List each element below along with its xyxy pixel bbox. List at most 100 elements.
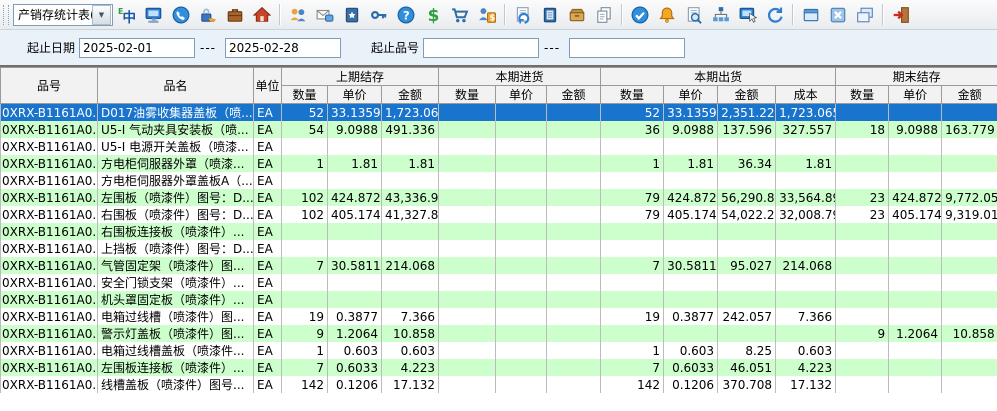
- in-qty-cell[interactable]: [439, 206, 496, 223]
- out-cost-cell[interactable]: [776, 138, 836, 155]
- product-id-cell[interactable]: 0XRX-B1161A0...: [1, 257, 98, 274]
- window-icon[interactable]: [799, 3, 822, 26]
- table-row[interactable]: 0XRX-B1161A0...气管固定架（喷漆件）图...EA730.58112…: [1, 257, 997, 274]
- col-header-product-id[interactable]: 品号: [1, 68, 98, 104]
- product-id-cell[interactable]: 0XRX-B1161A0...: [1, 274, 98, 291]
- toolbar-grip[interactable]: [3, 5, 9, 25]
- item-from-input[interactable]: [423, 38, 539, 58]
- in-amount-cell[interactable]: [547, 325, 601, 342]
- ledger-icon[interactable]: [538, 3, 561, 26]
- out-price-cell[interactable]: [664, 172, 718, 189]
- end-qty-cell[interactable]: [836, 342, 889, 359]
- prev-amount-cell[interactable]: 41,327.814: [382, 206, 439, 223]
- end-amount-cell[interactable]: [942, 274, 997, 291]
- product-name-cell[interactable]: 电箱过线槽（喷漆件）图...: [98, 308, 254, 325]
- end-amount-cell[interactable]: [942, 223, 997, 240]
- table-row[interactable]: 0XRX-B1161A0...线槽盖板（喷漆件）图号...EA1420.1206…: [1, 376, 997, 393]
- prev-amount-cell[interactable]: 1,723.065: [382, 104, 439, 122]
- out-price-cell[interactable]: 9.0988: [664, 121, 718, 138]
- in-price-cell[interactable]: [496, 189, 547, 206]
- product-name-cell[interactable]: U5-I 电源开关盖板（喷漆...: [98, 138, 254, 155]
- unit-cell[interactable]: EA: [254, 291, 282, 308]
- prev-qty-cell[interactable]: 102: [282, 206, 328, 223]
- unit-cell[interactable]: EA: [254, 240, 282, 257]
- end-price-cell[interactable]: [889, 155, 942, 172]
- out-amount-cell[interactable]: 8.25: [718, 342, 776, 359]
- out-amount-cell[interactable]: 2,351.228: [718, 104, 776, 122]
- in-amount-cell[interactable]: [547, 257, 601, 274]
- out-qty-cell[interactable]: 52: [601, 104, 664, 122]
- product-name-cell[interactable]: 电箱过线槽盖板（喷漆件...: [98, 342, 254, 359]
- col-header-out-price[interactable]: 单价: [664, 86, 718, 104]
- col-header-product-name[interactable]: 品名: [98, 68, 254, 104]
- out-amount-cell[interactable]: 95.027: [718, 257, 776, 274]
- exit-icon[interactable]: [889, 3, 912, 26]
- mail-icon[interactable]: [313, 3, 336, 26]
- product-id-cell[interactable]: 0XRX-B1161A0...: [1, 223, 98, 240]
- in-amount-cell[interactable]: [547, 121, 601, 138]
- in-amount-cell[interactable]: [547, 104, 601, 122]
- out-cost-cell[interactable]: 33,564.89: [776, 189, 836, 206]
- col-header-out-amount[interactable]: 金额: [718, 86, 776, 104]
- end-amount-cell[interactable]: [942, 291, 997, 308]
- prev-price-cell[interactable]: 30.5811: [328, 257, 382, 274]
- out-price-cell[interactable]: 1.81: [664, 155, 718, 172]
- out-amount-cell[interactable]: [718, 172, 776, 189]
- out-amount-cell[interactable]: 56,290.855: [718, 189, 776, 206]
- prev-price-cell[interactable]: 0.1206: [328, 376, 382, 393]
- out-cost-cell[interactable]: 17.132: [776, 376, 836, 393]
- in-qty-cell[interactable]: [439, 257, 496, 274]
- in-qty-cell[interactable]: [439, 138, 496, 155]
- unit-cell[interactable]: EA: [254, 104, 282, 122]
- end-price-cell[interactable]: [889, 342, 942, 359]
- end-amount-cell[interactable]: [942, 172, 997, 189]
- in-price-cell[interactable]: [496, 104, 547, 122]
- product-name-cell[interactable]: 线槽盖板（喷漆件）图号...: [98, 376, 254, 393]
- end-amount-cell[interactable]: [942, 257, 997, 274]
- out-price-cell[interactable]: [664, 325, 718, 342]
- end-amount-cell[interactable]: 9,319.017: [942, 206, 997, 223]
- out-cost-cell[interactable]: [776, 240, 836, 257]
- drawer-icon[interactable]: [565, 3, 588, 26]
- out-cost-cell[interactable]: 214.068: [776, 257, 836, 274]
- out-amount-cell[interactable]: [718, 325, 776, 342]
- end-qty-cell[interactable]: [836, 104, 889, 122]
- product-name-cell[interactable]: 左围板连接板（喷漆件）...: [98, 359, 254, 376]
- out-price-cell[interactable]: 0.603: [664, 342, 718, 359]
- out-qty-cell[interactable]: [601, 240, 664, 257]
- out-qty-cell[interactable]: [601, 325, 664, 342]
- prev-amount-cell[interactable]: 10.858: [382, 325, 439, 342]
- product-name-cell[interactable]: D017油雾收集器盖板（喷...: [98, 104, 254, 122]
- out-qty-cell[interactable]: 19: [601, 308, 664, 325]
- product-id-cell[interactable]: 0XRX-B1161A0...: [1, 325, 98, 342]
- end-price-cell[interactable]: 405.1747: [889, 206, 942, 223]
- end-price-cell[interactable]: 9.0988: [889, 121, 942, 138]
- report-type-dropdown[interactable]: 产销存统计表(含 ▼: [13, 4, 113, 26]
- in-amount-cell[interactable]: [547, 291, 601, 308]
- out-price-cell[interactable]: 424.872: [664, 189, 718, 206]
- card-star-icon[interactable]: [340, 3, 363, 26]
- product-name-cell[interactable]: 方电柜伺服器外罩（喷漆...: [98, 155, 254, 172]
- table-row[interactable]: 0XRX-B1161A0...左围板（喷漆件）图号：D...EA102424.8…: [1, 189, 997, 206]
- col-header-prev-amount[interactable]: 金额: [382, 86, 439, 104]
- in-qty-cell[interactable]: [439, 342, 496, 359]
- unit-cell[interactable]: EA: [254, 121, 282, 138]
- refresh-icon[interactable]: [763, 3, 786, 26]
- col-header-in-price[interactable]: 单价: [496, 86, 547, 104]
- prev-price-cell[interactable]: [328, 172, 382, 189]
- prev-qty-cell[interactable]: 142: [282, 376, 328, 393]
- end-price-cell[interactable]: [889, 308, 942, 325]
- prev-price-cell[interactable]: 0.3877: [328, 308, 382, 325]
- table-row[interactable]: 0XRX-B1161A0...D017油雾收集器盖板（喷...EA5233.13…: [1, 104, 997, 122]
- prev-amount-cell[interactable]: [382, 172, 439, 189]
- prev-amount-cell[interactable]: [382, 223, 439, 240]
- out-qty-cell[interactable]: 1: [601, 342, 664, 359]
- unit-cell[interactable]: EA: [254, 189, 282, 206]
- product-name-cell[interactable]: 左围板（喷漆件）图号：D...: [98, 189, 254, 206]
- product-name-cell[interactable]: 警示灯盖板（喷漆件）图...: [98, 325, 254, 342]
- group-header-end-balance[interactable]: 期末结存: [836, 68, 997, 86]
- out-price-cell[interactable]: [664, 223, 718, 240]
- product-id-cell[interactable]: 0XRX-B1161A0...: [1, 342, 98, 359]
- in-qty-cell[interactable]: [439, 155, 496, 172]
- out-price-cell[interactable]: 0.6033: [664, 359, 718, 376]
